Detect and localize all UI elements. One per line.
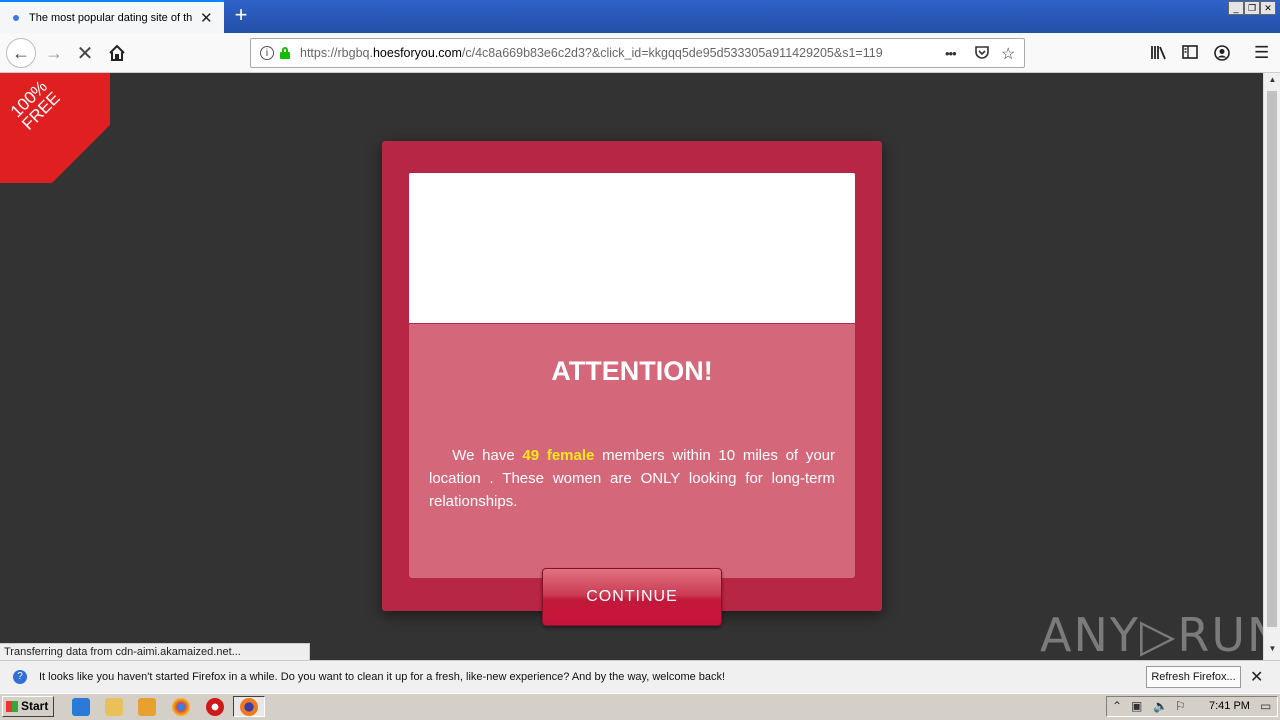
arrow-left-icon: ←	[12, 42, 30, 63]
firefox-icon	[240, 698, 258, 716]
scroll-down-icon[interactable]: ▼	[1266, 644, 1279, 658]
pocket-icon[interactable]	[974, 44, 990, 65]
modal-title: ATTENTION!	[551, 356, 713, 386]
anyrun-watermark: ANY▷RUN	[1040, 608, 1280, 662]
home-icon	[109, 44, 125, 61]
network-icon[interactable]: ▣	[1131, 699, 1142, 713]
account-icon[interactable]	[1214, 45, 1230, 65]
minimize-button[interactable]: _	[1228, 1, 1244, 15]
windows-logo-icon	[6, 701, 18, 712]
modal-image-area	[409, 173, 855, 323]
volume-icon[interactable]: 🔈	[1153, 699, 1168, 713]
scroll-up-icon[interactable]: ▲	[1266, 75, 1279, 89]
opera-icon[interactable]	[206, 698, 224, 716]
media-player-icon[interactable]	[138, 698, 156, 716]
ie-icon[interactable]	[72, 698, 90, 716]
stop-button[interactable]: ✕	[71, 39, 99, 67]
page-content: 100% FREE ATTENTION! We have 49 female m…	[0, 73, 1280, 662]
start-button[interactable]: Start	[2, 696, 54, 717]
explorer-folder-icon[interactable]	[105, 698, 123, 716]
status-bar: Transferring data from cdn-aimi.akamaize…	[0, 643, 310, 660]
new-tab-button[interactable]: +	[230, 4, 252, 28]
question-icon: ?	[13, 670, 27, 684]
notification-bar: ? It looks like you haven't started Fire…	[0, 660, 1280, 693]
tab-title: The most popular dating site of th	[29, 11, 193, 24]
clock: 7:41 PM	[1209, 700, 1250, 712]
show-desktop-icon[interactable]: ▭	[1260, 699, 1271, 713]
attention-modal: ATTENTION! We have 49 female members wit…	[382, 141, 882, 626]
back-button[interactable]: ←	[6, 38, 36, 68]
sidebar-icon[interactable]	[1182, 45, 1198, 63]
forward-button[interactable]: →	[40, 39, 68, 67]
modal-message: We have 49 female members within 10 mile…	[429, 447, 835, 510]
tab-bar: The most popular dating site of th ✕ + _…	[0, 0, 1280, 33]
info-icon[interactable]: i	[260, 46, 274, 60]
lock-icon[interactable]	[280, 47, 290, 59]
system-tray: ⌃ ▣ 🔈 ⚐ 7:41 PM ▭	[1106, 696, 1278, 717]
scroll-thumb[interactable]	[1267, 91, 1277, 627]
tab-close-icon[interactable]: ✕	[200, 9, 213, 27]
notification-text: It looks like you haven't started Firefo…	[39, 671, 726, 683]
vertical-scrollbar[interactable]: ▲ ▼	[1263, 73, 1280, 660]
home-button[interactable]	[103, 39, 131, 67]
action-center-flag-icon[interactable]: ⚐	[1175, 699, 1186, 713]
modal-body: ATTENTION! We have 49 female members wit…	[409, 324, 855, 578]
member-count-highlight: 49 female	[522, 447, 595, 464]
navigation-bar: ← → ✕ i https://rbgbq.hoesforyou.com/c/4…	[0, 33, 1280, 73]
menu-hamburger-icon[interactable]: ☰	[1254, 43, 1269, 63]
window-close-button[interactable]: ✕	[1260, 1, 1276, 15]
tray-expand-icon[interactable]: ⌃	[1112, 699, 1122, 713]
arrow-right-icon: →	[45, 42, 63, 63]
notification-close-icon[interactable]: ✕	[1250, 667, 1263, 687]
bookmark-star-icon[interactable]: ☆	[1001, 44, 1015, 64]
firefox-taskbar-button[interactable]	[233, 696, 265, 717]
refresh-firefox-button[interactable]: Refresh Firefox...	[1146, 666, 1241, 688]
stop-icon: ✕	[76, 42, 94, 65]
restore-button[interactable]: ❐	[1244, 1, 1260, 15]
page-actions-icon[interactable]: •••	[945, 46, 957, 61]
address-bar[interactable]: i https://rbgbq.hoesforyou.com/c/4c8a669…	[250, 38, 1025, 68]
library-icon[interactable]	[1150, 45, 1167, 64]
chrome-icon[interactable]	[172, 698, 190, 716]
site-favicon-icon	[13, 14, 19, 21]
browser-tab[interactable]: The most popular dating site of th ✕	[0, 0, 224, 33]
free-ribbon: 100% FREE	[0, 73, 110, 183]
url-text[interactable]: https://rbgbq.hoesforyou.com/c/4c8a669b8…	[300, 46, 910, 60]
continue-button[interactable]: CONTINUE	[542, 568, 722, 626]
windows-taskbar: Start ⌃ ▣ 🔈 ⚐ 7:41 PM ▭	[0, 693, 1280, 720]
